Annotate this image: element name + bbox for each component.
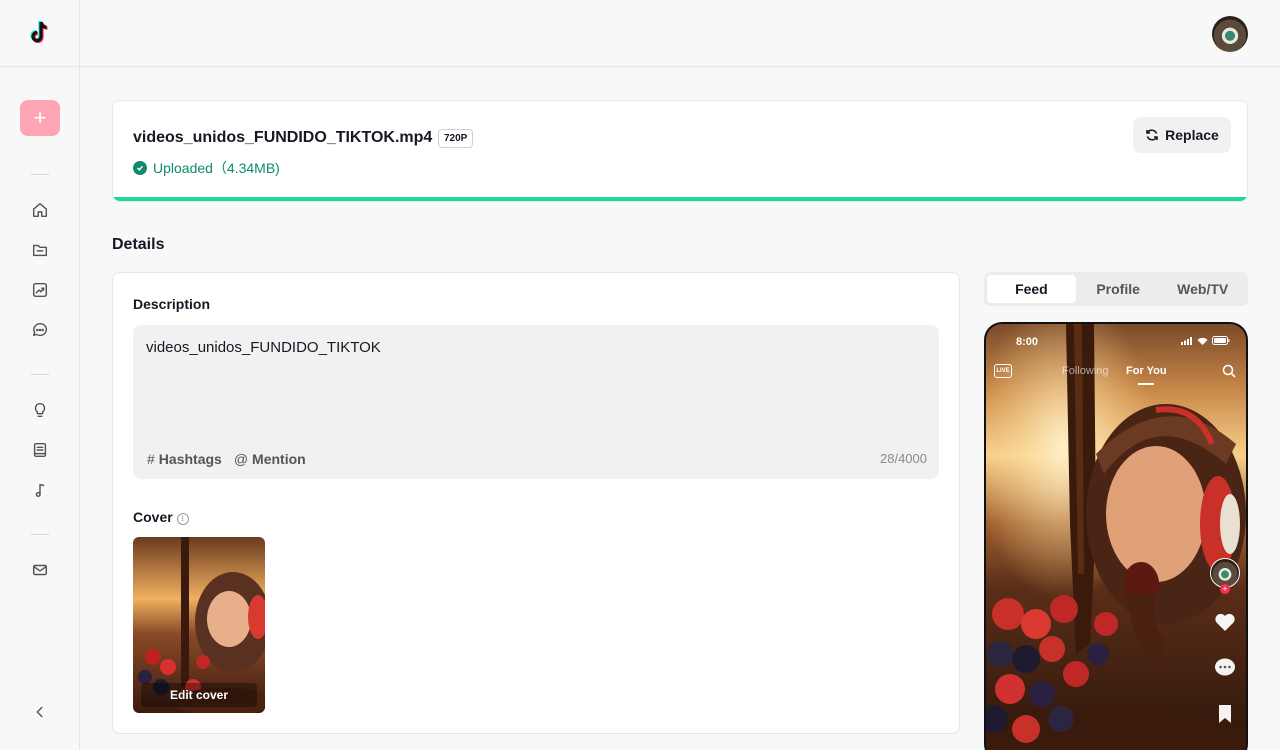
refresh-icon — [1146, 129, 1158, 141]
for-you-tab: For You — [1126, 365, 1167, 377]
divider — [31, 174, 49, 175]
description-tools: # Hashtags @ Mention — [147, 451, 306, 467]
tab-profile[interactable]: Profile — [1076, 275, 1161, 303]
comment-bubble-icon — [1212, 658, 1238, 678]
music-icon[interactable] — [30, 480, 50, 500]
phone-time: 8:00 — [1016, 336, 1039, 348]
resolution-badge: 720P — [438, 129, 474, 148]
phone-preview: 8:00 LIVE Following For You + — [984, 322, 1248, 750]
battery-icon — [1212, 336, 1230, 345]
lightbulb-icon[interactable] — [30, 400, 50, 420]
character-count: 28/4000 — [880, 451, 927, 466]
heart-icon — [1212, 612, 1238, 632]
follow-plus-icon: + — [1220, 584, 1230, 594]
tab-web-tv[interactable]: Web/TV — [1160, 275, 1245, 303]
replace-button[interactable]: Replace — [1133, 117, 1231, 153]
top-bar — [80, 0, 1280, 67]
signal-icon — [1181, 336, 1192, 345]
live-icon: LIVE — [994, 364, 1012, 378]
tiktok-logo-icon[interactable] — [28, 20, 52, 46]
hashtag-icon: # — [147, 451, 155, 467]
wifi-icon — [1197, 337, 1208, 345]
details-form: Description videos_unidos_FUNDIDO_TIKTOK… — [112, 272, 960, 734]
replace-label: Replace — [1165, 127, 1219, 143]
sidebar: + — [0, 0, 80, 750]
upload-status: Uploaded（4.34MB) — [133, 158, 280, 178]
create-button[interactable]: + — [20, 100, 60, 136]
cover-thumbnail[interactable]: Edit cover — [133, 537, 265, 713]
home-icon[interactable] — [30, 200, 50, 220]
bookmark-icon — [1212, 704, 1238, 724]
phone-status-icons — [1181, 336, 1230, 345]
mention-label: Mention — [252, 451, 306, 467]
file-name: videos_unidos_FUNDIDO_TIKTOK.mp4 — [133, 129, 433, 146]
avatar[interactable] — [1212, 16, 1248, 52]
hashtags-label: Hashtags — [158, 451, 222, 467]
description-text: videos_unidos_FUNDIDO_TIKTOK — [146, 339, 381, 356]
hashtags-button[interactable]: # Hashtags — [147, 451, 222, 467]
book-icon[interactable] — [30, 440, 50, 460]
preview-tabs: Feed Profile Web/TV — [984, 272, 1248, 306]
description-input[interactable]: videos_unidos_FUNDIDO_TIKTOK # Hashtags … — [133, 325, 939, 479]
divider — [31, 534, 49, 535]
upload-status-text: Uploaded（4.34MB) — [153, 160, 280, 176]
upload-progress-bar — [113, 197, 1247, 201]
upload-card: videos_unidos_FUNDIDO_TIKTOK.mp4 720P Up… — [112, 100, 1248, 202]
video-frame-image — [986, 324, 1246, 750]
cover-heading: Cover i — [133, 509, 189, 525]
mention-button[interactable]: @ Mention — [234, 451, 306, 467]
search-icon — [1222, 364, 1236, 378]
following-tab: Following — [1062, 365, 1109, 377]
collapse-sidebar-icon[interactable] — [30, 702, 50, 722]
mail-icon[interactable] — [30, 560, 50, 580]
edit-cover-button[interactable]: Edit cover — [141, 683, 257, 707]
cover-label: Cover — [133, 509, 173, 525]
at-icon: @ — [233, 451, 249, 467]
info-icon[interactable]: i — [176, 512, 189, 525]
logo-area — [0, 0, 79, 67]
analytics-icon[interactable] — [30, 280, 50, 300]
check-circle-icon — [133, 161, 147, 175]
description-label: Description — [133, 296, 211, 312]
details-heading: Details — [112, 236, 165, 253]
comment-icon[interactable] — [30, 320, 50, 340]
tab-feed[interactable]: Feed — [987, 275, 1076, 303]
folder-icon[interactable] — [30, 240, 50, 260]
divider — [31, 374, 49, 375]
for-you-underline — [1138, 383, 1154, 385]
